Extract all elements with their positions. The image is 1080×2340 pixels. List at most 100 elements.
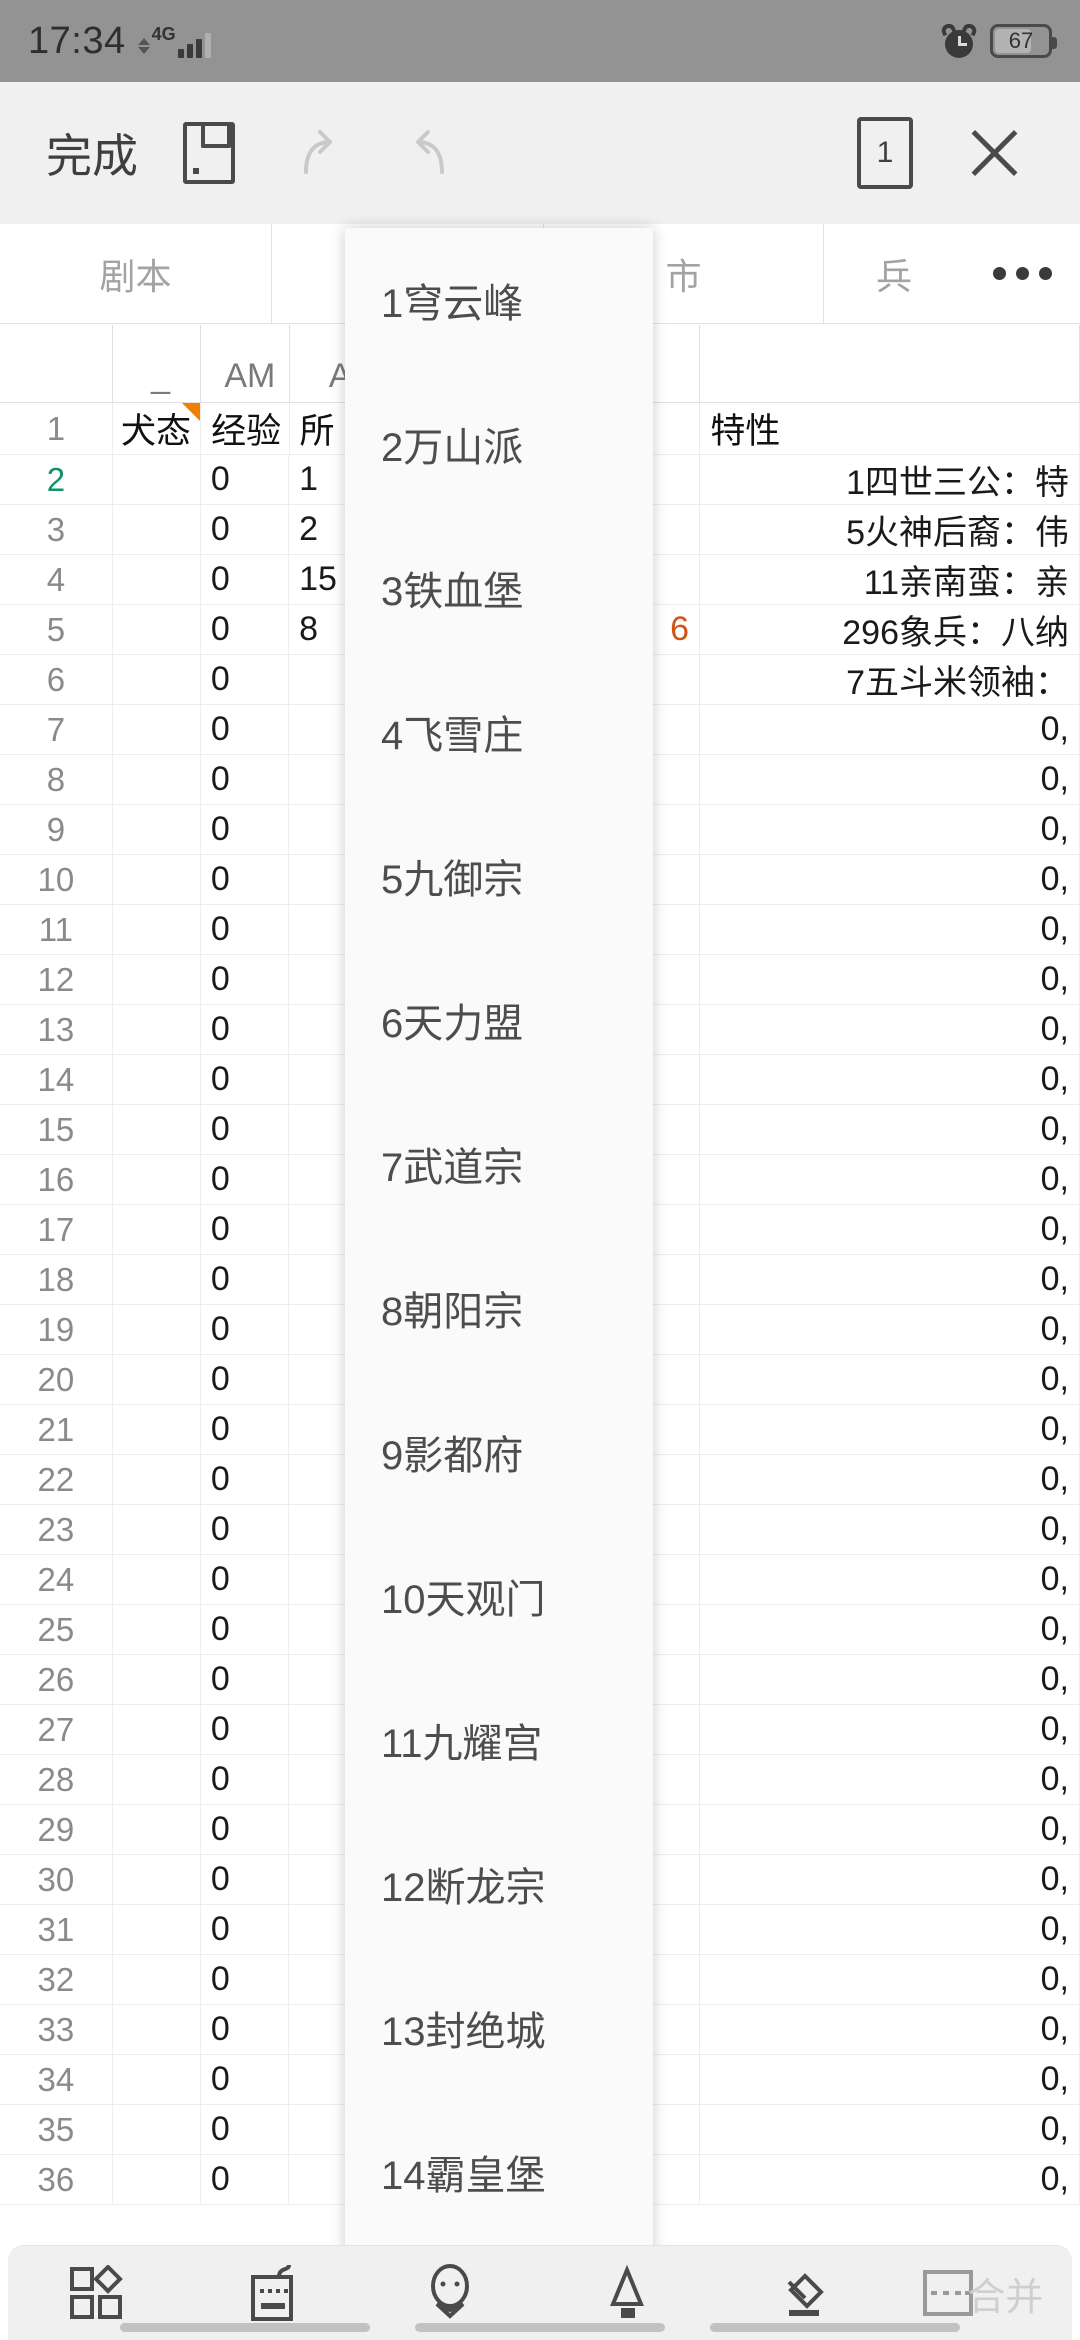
- cell-exp[interactable]: 0: [201, 1355, 290, 1404]
- cell-header-status[interactable]: 犬态: [113, 403, 202, 454]
- cell-status[interactable]: [113, 1155, 201, 1204]
- row-number[interactable]: 12: [0, 955, 113, 1004]
- cell-exp[interactable]: 0: [201, 1655, 290, 1704]
- cell-exp[interactable]: 0: [201, 2055, 290, 2104]
- dropdown-item-9[interactable]: 9影都府: [345, 1380, 653, 1524]
- cell-status[interactable]: [113, 1805, 201, 1854]
- cell-status[interactable]: [113, 1055, 201, 1104]
- row-number[interactable]: 8: [0, 755, 113, 804]
- cell-status[interactable]: [113, 1855, 201, 1904]
- dropdown-item-4[interactable]: 4飞雪庄: [345, 660, 653, 804]
- cell-exp[interactable]: 0: [201, 1105, 290, 1154]
- cell-exp[interactable]: 0: [201, 2005, 290, 2054]
- row-number[interactable]: 35: [0, 2105, 113, 2154]
- row-number[interactable]: 22: [0, 1455, 113, 1504]
- cell-status[interactable]: [113, 1455, 201, 1504]
- cell-status[interactable]: [113, 1955, 201, 2004]
- row-number[interactable]: 36: [0, 2155, 113, 2204]
- cell-trait[interactable]: 0,: [700, 1305, 1080, 1354]
- cell-trait[interactable]: 0,: [700, 1605, 1080, 1654]
- row-number[interactable]: 33: [0, 2005, 113, 2054]
- dropdown-item-2[interactable]: 2万山派: [345, 372, 653, 516]
- cell-trait[interactable]: 11亲南蛮：亲: [700, 555, 1080, 604]
- cell-exp[interactable]: 0: [201, 1305, 290, 1354]
- row-number[interactable]: 1: [0, 403, 113, 454]
- cell-status[interactable]: [113, 905, 201, 954]
- cell-status[interactable]: [113, 1005, 201, 1054]
- page-count-button[interactable]: 1: [830, 98, 940, 208]
- dropdown-item-5[interactable]: 5九御宗: [345, 804, 653, 948]
- cell-trait[interactable]: 0,: [700, 1955, 1080, 2004]
- cell-exp[interactable]: 0: [201, 1855, 290, 1904]
- cell-status[interactable]: [113, 955, 201, 1004]
- cell-trait[interactable]: 0,: [700, 1005, 1080, 1054]
- row-number[interactable]: 25: [0, 1605, 113, 1654]
- cell-exp[interactable]: 0: [201, 1155, 290, 1204]
- cell-trait[interactable]: 0,: [700, 1355, 1080, 1404]
- cell-exp[interactable]: 0: [201, 1255, 290, 1304]
- done-button[interactable]: 完成: [30, 114, 154, 192]
- cell-trait[interactable]: 0,: [700, 1755, 1080, 1804]
- cell-exp[interactable]: 0: [201, 1455, 290, 1504]
- save-button[interactable]: [154, 98, 264, 208]
- cell-status[interactable]: [113, 1655, 201, 1704]
- cell-exp[interactable]: 0: [201, 855, 290, 904]
- row-number[interactable]: 31: [0, 1905, 113, 1954]
- cell-exp[interactable]: 0: [201, 2155, 290, 2204]
- cell-exp[interactable]: 0: [201, 605, 290, 654]
- cell-trait[interactable]: 5火神后裔：伟: [700, 505, 1080, 554]
- column-header-am[interactable]: AM: [201, 325, 290, 402]
- cell-trait[interactable]: 0,: [700, 1805, 1080, 1854]
- cell-trait[interactable]: 296象兵：八纳: [700, 605, 1080, 654]
- cell-trait[interactable]: 1四世三公：特: [700, 455, 1080, 504]
- cell-exp[interactable]: 0: [201, 655, 290, 704]
- cell-trait[interactable]: 0,: [700, 1705, 1080, 1754]
- close-button[interactable]: [940, 98, 1050, 208]
- cell-status[interactable]: [113, 1305, 201, 1354]
- dropdown-item-8[interactable]: 8朝阳宗: [345, 1236, 653, 1380]
- cell-status[interactable]: [113, 1405, 201, 1454]
- cell-trait[interactable]: 0,: [700, 1655, 1080, 1704]
- cell-trait[interactable]: 0,: [700, 2105, 1080, 2154]
- row-number[interactable]: 32: [0, 1955, 113, 2004]
- cell-status[interactable]: [113, 2055, 201, 2104]
- cell-exp[interactable]: 0: [201, 905, 290, 954]
- row-number[interactable]: 20: [0, 1355, 113, 1404]
- row-number[interactable]: 16: [0, 1155, 113, 1204]
- cell-status[interactable]: [113, 855, 201, 904]
- cell-trait[interactable]: 0,: [700, 1055, 1080, 1104]
- dropdown-item-14[interactable]: 14霸皇堡: [345, 2100, 653, 2244]
- sheet-tabs-more-button[interactable]: [964, 224, 1080, 324]
- cell-exp[interactable]: 0: [201, 1405, 290, 1454]
- row-number[interactable]: 28: [0, 1755, 113, 1804]
- cell-exp[interactable]: 0: [201, 1005, 290, 1054]
- cell-trait[interactable]: 0,: [700, 1505, 1080, 1554]
- cell-status[interactable]: [113, 605, 201, 654]
- dropdown-item-7[interactable]: 7武道宗: [345, 1092, 653, 1236]
- row-number[interactable]: 3: [0, 505, 113, 554]
- dropdown-item-6[interactable]: 6天力盟: [345, 948, 653, 1092]
- cell-exp[interactable]: 0: [201, 1955, 290, 2004]
- dropdown-item-12[interactable]: 12断龙宗: [345, 1812, 653, 1956]
- cell-trait[interactable]: 0,: [700, 2155, 1080, 2204]
- cell-exp[interactable]: 0: [201, 1555, 290, 1604]
- cell-trait[interactable]: 0,: [700, 1155, 1080, 1204]
- cell-status[interactable]: [113, 1505, 201, 1554]
- cell-status[interactable]: [113, 1555, 201, 1604]
- cell-status[interactable]: [113, 805, 201, 854]
- cell-status[interactable]: [113, 1205, 201, 1254]
- cell-trait[interactable]: 0,: [700, 1205, 1080, 1254]
- cell-trait[interactable]: 0,: [700, 1455, 1080, 1504]
- row-number[interactable]: 5: [0, 605, 113, 654]
- cell-exp[interactable]: 0: [201, 455, 290, 504]
- cell-trait[interactable]: 0,: [700, 1405, 1080, 1454]
- cell-status[interactable]: [113, 2005, 201, 2054]
- cell-status[interactable]: [113, 1355, 201, 1404]
- row-number[interactable]: 30: [0, 1855, 113, 1904]
- cell-exp[interactable]: 0: [201, 555, 290, 604]
- row-number[interactable]: 26: [0, 1655, 113, 1704]
- cell-exp[interactable]: 0: [201, 1755, 290, 1804]
- cell-status[interactable]: [113, 655, 201, 704]
- row-number[interactable]: 13: [0, 1005, 113, 1054]
- row-number[interactable]: 2: [0, 455, 113, 504]
